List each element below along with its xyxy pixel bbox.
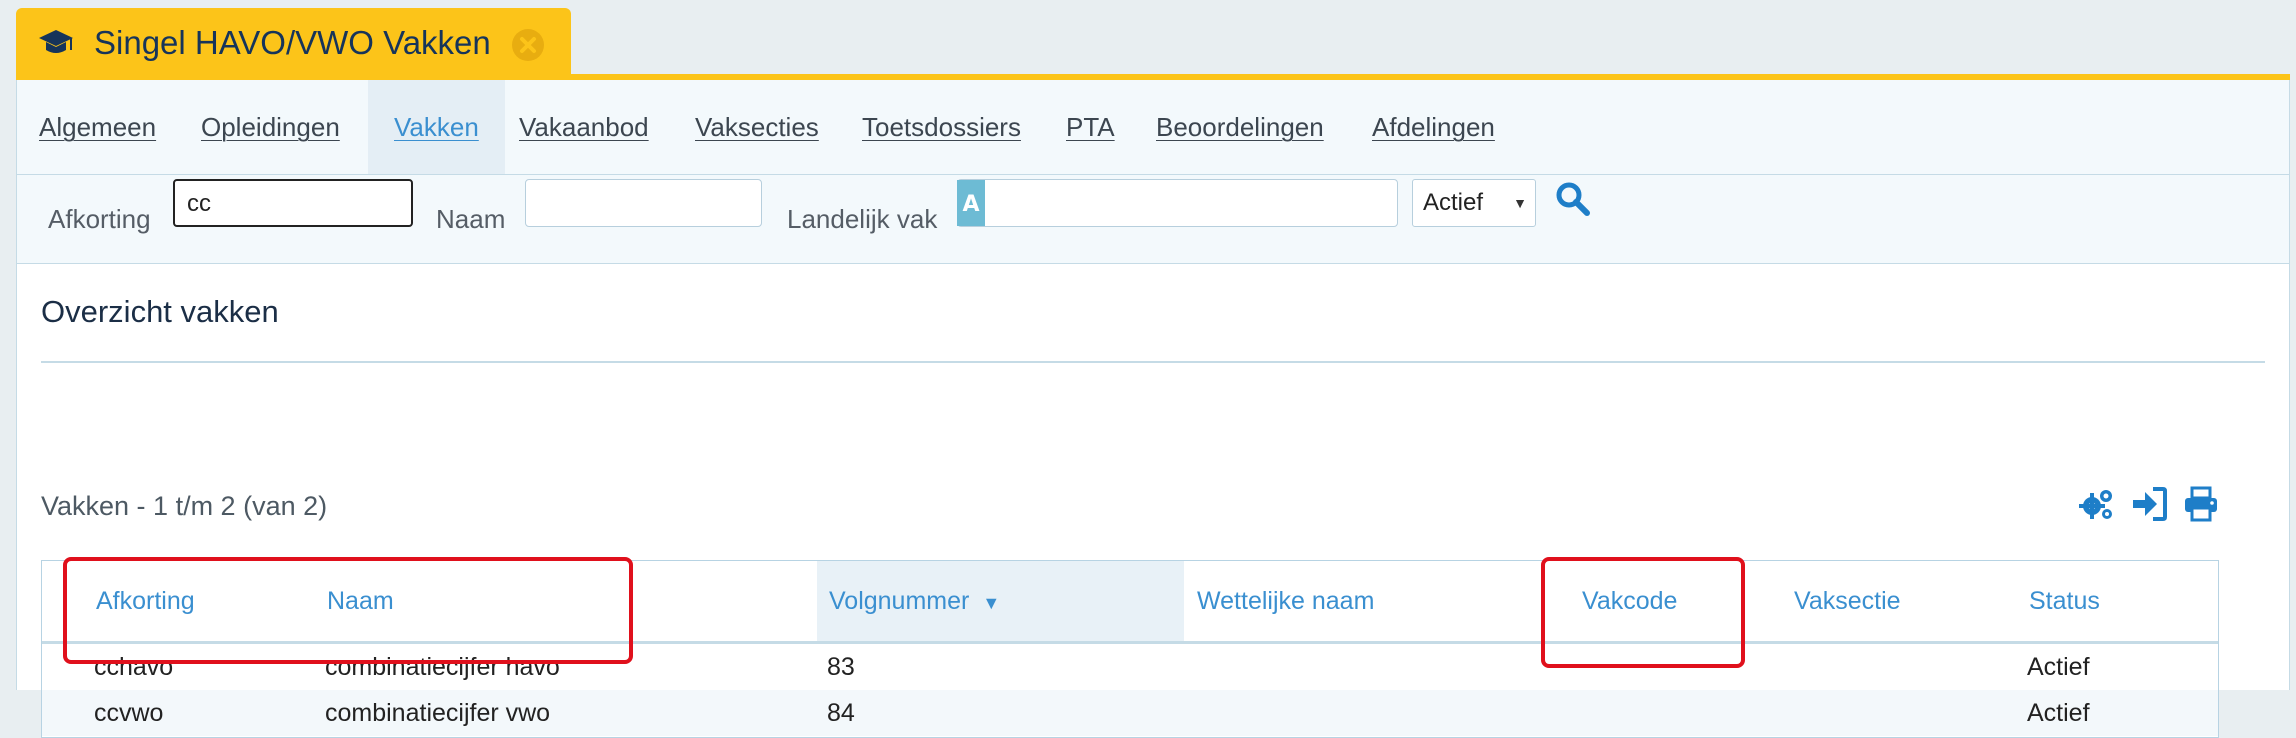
nav-item-pta[interactable]: PTA [1066,80,1115,174]
settings-gears-icon[interactable] [2079,486,2115,522]
cell-afkorting: ccvwo [94,699,164,727]
status-select[interactable]: Actief ▼ [1412,179,1536,227]
nav-item-vaksecties[interactable]: Vaksecties [695,80,819,174]
col-status[interactable]: Status [2029,561,2100,641]
nav-item-afdelingen[interactable]: Afdelingen [1372,80,1495,174]
sort-desc-icon: ▼ [982,593,1001,613]
cell-naam: combinatiecijfer vwo [325,699,551,727]
landelijk-vak-label: Landelijk vak [787,204,938,234]
naam-input[interactable] [525,179,762,227]
nav-item-vakaanbod[interactable]: Vakaanbod [519,80,649,174]
list-title: Vakken - 1 t/m 2 (van 2) [41,491,328,521]
sub-navigation: Algemeen Opleidingen Vakken Vakaanbod Va… [17,80,2289,175]
nav-item-vakken[interactable]: Vakken [368,80,505,174]
col-wettelijke-naam[interactable]: Wettelijke naam [1197,561,1374,641]
main-panel: Algemeen Opleidingen Vakken Vakaanbod Va… [16,80,2290,738]
landelijk-vak-input[interactable] [957,179,1398,227]
status-select-value: Actief [1423,189,1484,216]
chevron-down-icon: ▼ [1513,195,1527,211]
cell-volgnummer: 83 [827,653,855,681]
graduation-cap-icon [39,30,73,53]
print-icon[interactable] [2183,486,2219,522]
cell-volgnummer: 84 [827,699,855,727]
nav-item-opleidingen[interactable]: Opleidingen [201,80,340,174]
cell-status: Actief [2027,699,2090,727]
nav-item-toetsdossiers[interactable]: Toetsdossiers [862,80,1021,174]
afkorting-label: Afkorting [48,204,151,234]
search-icon[interactable] [1555,181,1591,217]
col-vaksectie[interactable]: Vaksectie [1794,561,1901,641]
close-circle-icon[interactable] [511,28,545,62]
afkorting-input[interactable]: cc [173,179,413,227]
page-title: Overzicht vakken [41,294,279,329]
svg-text:A: A [962,192,979,217]
window-tab[interactable]: Singel HAVO/VWO Vakken [16,8,571,78]
window-tab-title: Singel HAVO/VWO Vakken [94,24,491,61]
highlight-box-afkorting-naam [63,557,633,664]
highlight-box-vakcode [1541,557,1745,668]
table-row[interactable]: ccvwo combinatiecijfer vwo 84 Actief [42,690,2218,736]
export-sign-in-icon[interactable] [2131,486,2167,522]
col-volgnummer-label: Volgnummer [829,587,970,615]
cell-status: Actief [2027,653,2090,681]
nav-item-algemeen[interactable]: Algemeen [39,80,156,174]
naam-label: Naam [436,204,506,234]
heading-divider [41,361,2265,363]
col-volgnummer[interactable]: Volgnummer ▼ [829,561,1000,641]
nav-item-beoordelingen[interactable]: Beoordelingen [1156,80,1324,174]
autocomplete-a-icon: A [957,180,985,226]
